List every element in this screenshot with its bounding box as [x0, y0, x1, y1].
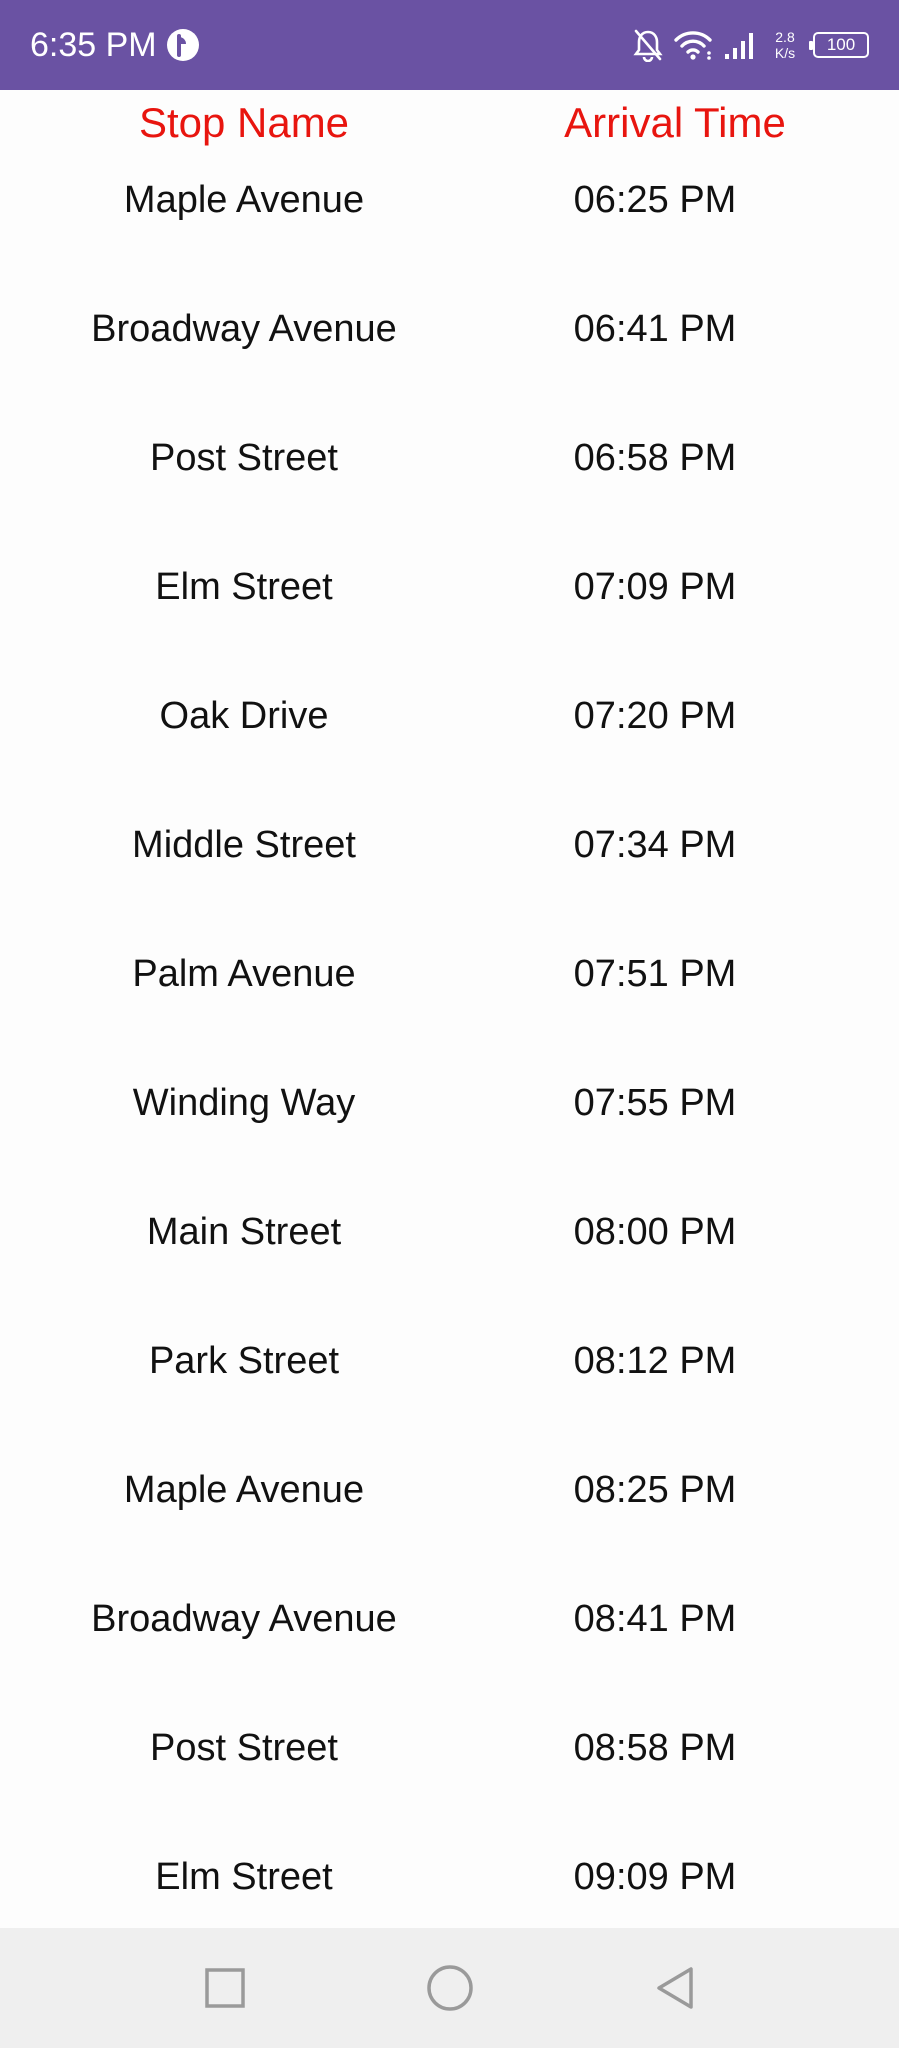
back-button[interactable]: [645, 1958, 705, 2018]
stop-name: Broadway Avenue: [91, 1598, 397, 1640]
app-status-icon: [167, 29, 199, 61]
arrival-time: 08:12 PM: [573, 1340, 737, 1382]
network-speed-value: 2.8: [775, 29, 795, 45]
stop-name: Maple Avenue: [123, 1469, 365, 1511]
arrival-time: 06:25 PM: [573, 179, 737, 221]
network-speed-unit: K/s: [774, 45, 796, 61]
network-speed: 2.8 K/s: [769, 29, 801, 61]
bell-off-icon: [633, 29, 663, 62]
arrival-time: 06:58 PM: [573, 437, 737, 479]
square-recents-icon: [205, 1968, 245, 2008]
status-time: 6:35 PM: [30, 26, 157, 64]
table-row: Maple Avenue 08:25 PM: [0, 1466, 899, 1595]
table-row: Post Street 08:58 PM: [0, 1724, 899, 1853]
arrival-time: 06:41 PM: [573, 308, 737, 350]
table-row: Post Street 06:58 PM: [0, 434, 899, 563]
triangle-back-icon: [657, 1967, 693, 2009]
status-icons: 2.8 K/s 100: [623, 22, 869, 68]
app-screen: 6:35 PM 2.8 K/s 100 Stop Name Arrival Ti…: [0, 0, 899, 2048]
table-header: Stop Name Arrival Time: [0, 90, 899, 156]
table-row: Park Street 08:12 PM: [0, 1337, 899, 1466]
stop-name: Post Street: [150, 437, 338, 479]
arrival-time: 08:25 PM: [573, 1469, 737, 1511]
arrival-time: 07:55 PM: [573, 1082, 737, 1124]
stop-name: Broadway Avenue: [91, 308, 397, 350]
table-row: Palm Avenue 07:51 PM: [0, 950, 899, 1079]
stop-name: Palm Avenue: [132, 953, 356, 995]
table-body: Maple Avenue 06:25 PM Broadway Avenue 06…: [0, 176, 899, 1982]
table-row: Elm Street 07:09 PM: [0, 563, 899, 692]
table-row: Broadway Avenue 08:41 PM: [0, 1595, 899, 1724]
system-navigation-bar: [0, 1928, 899, 2048]
arrival-time: 07:20 PM: [573, 695, 737, 737]
arrival-time: 08:58 PM: [573, 1727, 737, 1769]
stop-name-header: Stop Name: [138, 99, 350, 146]
table-row: Maple Avenue 06:25 PM: [0, 176, 899, 305]
wifi-icon: [674, 31, 712, 60]
stop-name: Middle Street: [132, 824, 356, 866]
stop-name: Elm Street: [155, 566, 333, 608]
battery-icon: 100: [809, 32, 869, 58]
arrival-time: 07:51 PM: [573, 953, 737, 995]
stop-name: Main Street: [146, 1211, 342, 1253]
home-button[interactable]: [420, 1958, 480, 2018]
recents-button[interactable]: [195, 1958, 255, 2018]
table-row: Broadway Avenue 06:41 PM: [0, 305, 899, 434]
stop-name: Elm Street: [155, 1856, 333, 1898]
battery-level: 100: [826, 35, 856, 54]
circle-home-icon: [427, 1965, 473, 2011]
arrival-time: 08:41 PM: [573, 1598, 737, 1640]
status-bar: 6:35 PM 2.8 K/s 100: [0, 0, 899, 90]
table-row: Main Street 08:00 PM: [0, 1208, 899, 1337]
arrival-time: 09:09 PM: [573, 1856, 737, 1898]
table-row: Middle Street 07:34 PM: [0, 821, 899, 950]
stop-name: Post Street: [150, 1727, 338, 1769]
stop-name: Maple Avenue: [123, 179, 365, 221]
arrival-time: 08:00 PM: [573, 1211, 737, 1253]
cellular-signal-icon: [725, 33, 753, 59]
arrival-time-header: Arrival Time: [564, 99, 786, 146]
stop-name: Oak Drive: [159, 695, 329, 737]
stop-name: Winding Way: [132, 1082, 356, 1124]
table-row: Winding Way 07:55 PM: [0, 1079, 899, 1208]
stop-name: Park Street: [148, 1340, 340, 1382]
arrival-time: 07:34 PM: [573, 824, 737, 866]
table-row: Oak Drive 07:20 PM: [0, 692, 899, 821]
arrival-time: 07:09 PM: [573, 566, 737, 608]
